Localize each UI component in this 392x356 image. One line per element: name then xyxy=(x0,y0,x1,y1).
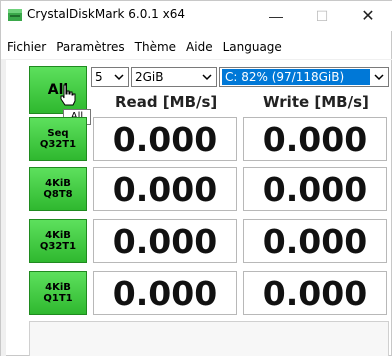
4kib-q1t1-read-result: 0.000 xyxy=(93,271,237,315)
test-label-line2: Q32T1 xyxy=(39,139,77,150)
menu-help[interactable]: Aide xyxy=(181,37,218,57)
test-label-line2: Q1T1 xyxy=(43,293,73,304)
menu-settings[interactable]: Paramètres xyxy=(51,37,129,57)
4kib-q8t8-write-result: 0.000 xyxy=(243,167,387,211)
4kib-q8t8-read-result: 0.000 xyxy=(93,167,237,211)
4kib-q32t1-read-result: 0.000 xyxy=(93,219,237,263)
test-size-value: 2GiB xyxy=(135,70,164,84)
comment-field[interactable] xyxy=(29,321,389,356)
drive-select[interactable]: C: 82% (97/118GiB) xyxy=(219,67,389,87)
test-label-line1: 4KiB xyxy=(45,282,71,293)
seq-q32t1-read-result: 0.000 xyxy=(93,117,237,161)
window-title: CrystalDiskMark 6.0.1 x64 xyxy=(27,7,185,21)
app-window: CrystalDiskMark 6.0.1 x64 — ☐ ✕ Fichier … xyxy=(0,0,392,356)
minimize-button[interactable]: — xyxy=(253,1,299,31)
menu-language[interactable]: Language xyxy=(218,37,287,57)
seq-q32t1-write-result: 0.000 xyxy=(243,117,387,161)
menu-divider xyxy=(1,59,392,60)
4kib-q1t1-button[interactable]: 4KiB Q1T1 xyxy=(29,271,87,315)
4kib-q8t8-button[interactable]: 4KiB Q8T8 xyxy=(29,167,87,211)
test-label-line2: Q8T8 xyxy=(43,189,73,200)
test-label-line1: 4KiB xyxy=(45,178,71,189)
left-edge xyxy=(1,59,6,356)
app-icon xyxy=(8,9,22,21)
drive-value: C: 82% (97/118GiB) xyxy=(222,69,370,85)
chevron-down-icon xyxy=(114,74,124,81)
test-label-line2: Q32T1 xyxy=(39,241,77,252)
chevron-down-icon xyxy=(202,74,212,81)
close-button[interactable]: ✕ xyxy=(345,1,391,31)
test-size-select[interactable]: 2GiB xyxy=(131,67,217,87)
test-count-value: 5 xyxy=(95,70,103,84)
write-header: Write [MB/s] xyxy=(263,93,369,111)
menu-file[interactable]: Fichier xyxy=(1,37,51,57)
menu-bar: Fichier Paramètres Thème Aide Language xyxy=(1,37,287,57)
seq-q32t1-button[interactable]: Seq Q32T1 xyxy=(29,117,87,161)
maximize-button[interactable]: ☐ xyxy=(299,1,345,31)
4kib-q32t1-button[interactable]: 4KiB Q32T1 xyxy=(29,219,87,263)
4kib-q32t1-write-result: 0.000 xyxy=(243,219,387,263)
test-label-line1: Seq xyxy=(47,128,69,139)
menu-theme[interactable]: Thème xyxy=(130,37,181,57)
4kib-q1t1-write-result: 0.000 xyxy=(243,271,387,315)
test-label-line1: 4KiB xyxy=(45,230,71,241)
read-header: Read [MB/s] xyxy=(115,93,218,111)
title-bar[interactable]: CrystalDiskMark 6.0.1 x64 — ☐ ✕ xyxy=(1,1,392,31)
chevron-down-icon xyxy=(374,74,384,81)
test-count-select[interactable]: 5 xyxy=(91,67,129,87)
hand-pointer-icon xyxy=(60,84,76,106)
